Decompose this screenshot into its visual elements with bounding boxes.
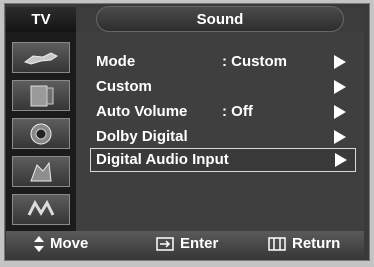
menu-item-label: Custom <box>96 78 152 95</box>
enter-hint-label: Enter <box>180 235 219 252</box>
tv-tab[interactable]: TV <box>6 7 76 32</box>
sound-menu: Mode : Custom Custom Auto Volume : Off D… <box>76 32 364 231</box>
category-sidebar <box>6 32 76 231</box>
menu-item-value: : Off <box>222 103 253 120</box>
menu-item-label: Mode <box>96 53 136 70</box>
menu-item-auto-volume[interactable]: Auto Volume : Off <box>90 100 356 124</box>
move-hint: Move <box>34 235 88 252</box>
enter-icon <box>156 236 174 251</box>
input-icon <box>27 199 55 216</box>
arrow-right-icon <box>334 80 346 94</box>
tv-menu-screen: TV Sound Mode: Custom Custom Auto Volum… <box>0 0 374 267</box>
menu-item-value: : Custom <box>222 53 287 70</box>
menu-item-label: Auto Volume <box>96 103 188 120</box>
menu-item-label: Dolby Digital <box>96 128 188 145</box>
arrow-right-icon <box>335 153 347 167</box>
arrow-right-icon <box>334 55 346 69</box>
move-hint-label: Move <box>50 235 89 252</box>
sidebar-item-picture[interactable] <box>12 42 70 73</box>
menu-title: Sound <box>96 6 344 32</box>
button-guide: Move Enter Return <box>6 231 364 256</box>
arrow-right-icon <box>334 130 346 144</box>
return-hint: Return <box>268 235 340 252</box>
menu-item-label: Digital Audio Input <box>96 151 229 168</box>
sidebar-item-sound[interactable] <box>12 80 70 111</box>
sidebar-item-channel[interactable] <box>12 118 70 149</box>
sidebar-item-setup[interactable] <box>12 156 70 187</box>
menu-item-mode[interactable]: Mode : Custom <box>90 50 356 74</box>
sound-icon <box>30 85 54 106</box>
return-hint-label: Return <box>292 235 341 252</box>
menu-item-custom[interactable]: Custom <box>90 75 356 99</box>
return-icon <box>268 236 286 251</box>
menu-item-digital-audio-input[interactable]: Digital Audio Input <box>90 148 356 172</box>
enter-hint: Enter <box>156 235 218 252</box>
up-down-arrows-icon <box>34 235 44 252</box>
channel-icon <box>30 123 52 144</box>
arrow-right-icon <box>334 105 346 119</box>
setup-icon <box>30 161 52 181</box>
menu-item-dolby-digital[interactable]: Dolby Digital <box>90 125 356 149</box>
sidebar-item-input[interactable] <box>12 194 70 225</box>
picture-icon <box>23 51 58 65</box>
